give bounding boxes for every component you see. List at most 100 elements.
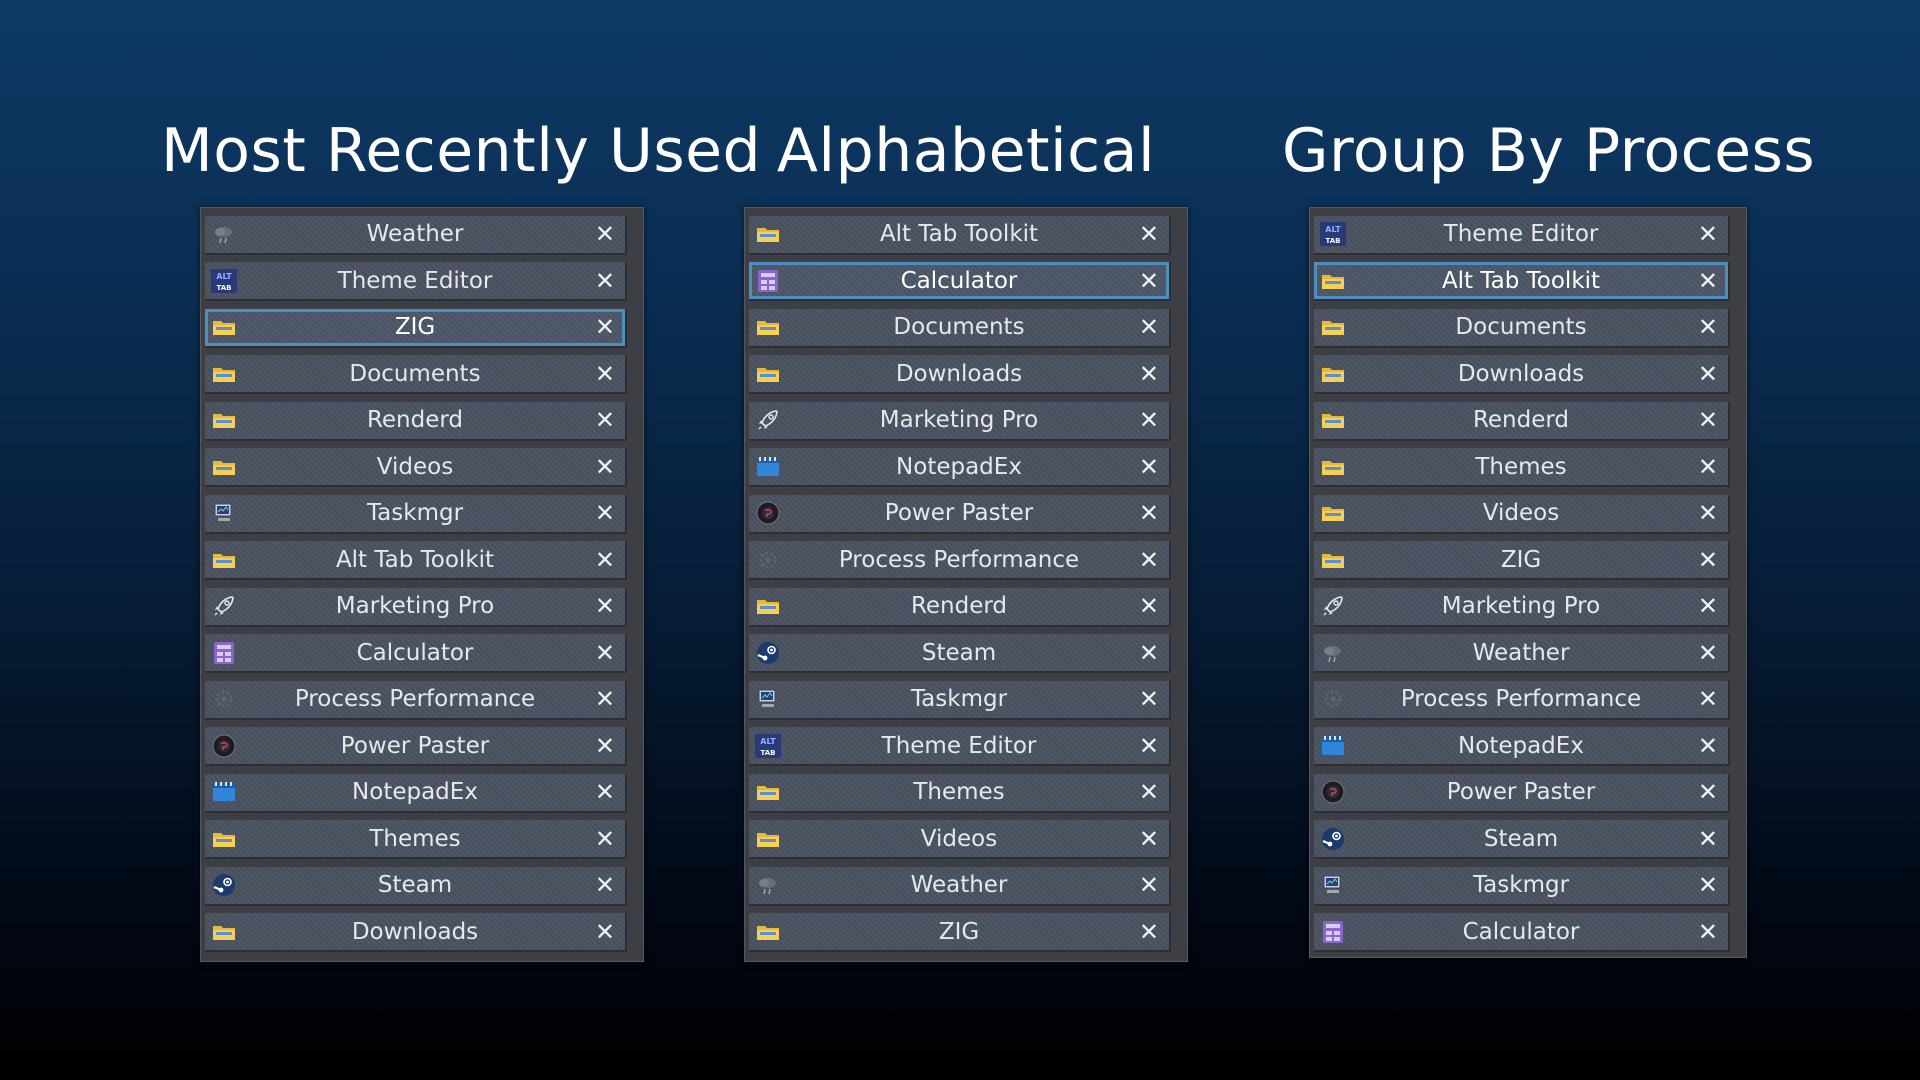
close-icon[interactable]: ✕ bbox=[1139, 501, 1159, 525]
close-icon[interactable]: ✕ bbox=[1698, 548, 1718, 572]
window-item[interactable]: Process Performance ✕ bbox=[749, 541, 1171, 580]
close-icon[interactable]: ✕ bbox=[1139, 827, 1159, 851]
close-icon[interactable]: ✕ bbox=[595, 920, 615, 944]
window-item[interactable]: Alt Tab Toolkit ✕ bbox=[205, 541, 627, 580]
window-item[interactable]: Steam ✕ bbox=[1314, 820, 1730, 859]
window-item[interactable]: Renderd ✕ bbox=[749, 587, 1171, 627]
close-icon[interactable]: ✕ bbox=[1698, 269, 1718, 293]
close-icon[interactable]: ✕ bbox=[1698, 362, 1718, 386]
window-item[interactable]: Process Performance ✕ bbox=[1314, 680, 1730, 720]
close-icon[interactable]: ✕ bbox=[595, 362, 615, 386]
window-item[interactable]: ZIG ✕ bbox=[205, 308, 627, 348]
window-item[interactable]: Steam ✕ bbox=[205, 866, 627, 906]
folder-icon bbox=[755, 314, 781, 340]
window-item[interactable]: NotepadEx ✕ bbox=[1314, 727, 1730, 766]
close-icon[interactable]: ✕ bbox=[1698, 873, 1718, 897]
close-icon[interactable]: ✕ bbox=[1139, 455, 1159, 479]
close-icon[interactable]: ✕ bbox=[1139, 269, 1159, 293]
window-item[interactable]: Downloads ✕ bbox=[205, 913, 627, 952]
close-icon[interactable]: ✕ bbox=[1698, 315, 1718, 339]
close-icon[interactable]: ✕ bbox=[1698, 594, 1718, 618]
window-item[interactable]: Videos ✕ bbox=[1314, 494, 1730, 534]
window-item[interactable]: Taskmgr ✕ bbox=[749, 680, 1171, 720]
window-item[interactable]: Themes ✕ bbox=[749, 773, 1171, 813]
close-icon[interactable]: ✕ bbox=[1698, 408, 1718, 432]
close-icon[interactable]: ✕ bbox=[1139, 920, 1159, 944]
close-icon[interactable]: ✕ bbox=[1698, 222, 1718, 246]
window-item[interactable]: Alt Tab Toolkit ✕ bbox=[749, 215, 1171, 255]
close-icon[interactable]: ✕ bbox=[595, 734, 615, 758]
close-icon[interactable]: ✕ bbox=[1139, 780, 1159, 804]
close-icon[interactable]: ✕ bbox=[595, 780, 615, 804]
window-item[interactable]: Alt Tab Toolkit ✕ bbox=[1314, 262, 1730, 301]
window-item[interactable]: Process Performance ✕ bbox=[205, 680, 627, 720]
close-icon[interactable]: ✕ bbox=[1698, 501, 1718, 525]
window-item[interactable]: Marketing Pro ✕ bbox=[1314, 587, 1730, 627]
window-item[interactable]: ALT TAB Theme Editor ✕ bbox=[749, 727, 1171, 766]
window-item[interactable]: Weather ✕ bbox=[749, 866, 1171, 906]
close-icon[interactable]: ✕ bbox=[595, 548, 615, 572]
window-item[interactable]: Weather ✕ bbox=[1314, 634, 1730, 673]
close-icon[interactable]: ✕ bbox=[595, 501, 615, 525]
window-item[interactable]: ZIG ✕ bbox=[1314, 541, 1730, 580]
window-item[interactable]: Taskmgr ✕ bbox=[205, 494, 627, 534]
close-icon[interactable]: ✕ bbox=[1698, 734, 1718, 758]
close-icon[interactable]: ✕ bbox=[1698, 780, 1718, 804]
close-icon[interactable]: ✕ bbox=[595, 315, 615, 339]
window-item[interactable]: Marketing Pro ✕ bbox=[749, 401, 1171, 441]
close-icon[interactable]: ✕ bbox=[1698, 687, 1718, 711]
svg-text:ALT: ALT bbox=[1325, 225, 1341, 234]
close-icon[interactable]: ✕ bbox=[1139, 315, 1159, 339]
close-icon[interactable]: ✕ bbox=[1139, 734, 1159, 758]
window-item[interactable]: Weather ✕ bbox=[205, 215, 627, 255]
window-item[interactable]: Power Paster ✕ bbox=[1314, 773, 1730, 813]
window-item[interactable]: Renderd ✕ bbox=[205, 401, 627, 441]
window-item[interactable]: Documents ✕ bbox=[1314, 308, 1730, 348]
close-icon[interactable]: ✕ bbox=[595, 594, 615, 618]
window-item[interactable]: Calculator ✕ bbox=[1314, 913, 1730, 952]
rocket-icon bbox=[211, 593, 237, 619]
window-item[interactable]: Videos ✕ bbox=[205, 448, 627, 487]
close-icon[interactable]: ✕ bbox=[1698, 641, 1718, 665]
close-icon[interactable]: ✕ bbox=[595, 687, 615, 711]
window-item[interactable]: Power Paster ✕ bbox=[205, 727, 627, 766]
window-item[interactable]: NotepadEx ✕ bbox=[749, 448, 1171, 487]
close-icon[interactable]: ✕ bbox=[1139, 641, 1159, 665]
window-item[interactable]: Steam ✕ bbox=[749, 634, 1171, 673]
close-icon[interactable]: ✕ bbox=[595, 408, 615, 432]
close-icon[interactable]: ✕ bbox=[1139, 687, 1159, 711]
window-item[interactable]: Documents ✕ bbox=[749, 308, 1171, 348]
window-item[interactable]: NotepadEx ✕ bbox=[205, 773, 627, 813]
close-icon[interactable]: ✕ bbox=[1139, 362, 1159, 386]
close-icon[interactable]: ✕ bbox=[595, 641, 615, 665]
close-icon[interactable]: ✕ bbox=[595, 269, 615, 293]
window-item[interactable]: Taskmgr ✕ bbox=[1314, 866, 1730, 906]
window-item[interactable]: ZIG ✕ bbox=[749, 913, 1171, 952]
window-item[interactable]: Marketing Pro ✕ bbox=[205, 587, 627, 627]
window-item-label: Alt Tab Toolkit bbox=[1441, 267, 1601, 294]
window-item[interactable]: Themes ✕ bbox=[205, 820, 627, 859]
close-icon[interactable]: ✕ bbox=[1698, 455, 1718, 479]
close-icon[interactable]: ✕ bbox=[595, 455, 615, 479]
close-icon[interactable]: ✕ bbox=[1698, 920, 1718, 944]
window-item[interactable]: Videos ✕ bbox=[749, 820, 1171, 859]
window-item[interactable]: ALT TAB Theme Editor ✕ bbox=[1314, 215, 1730, 255]
window-item[interactable]: Calculator ✕ bbox=[205, 634, 627, 673]
close-icon[interactable]: ✕ bbox=[1139, 873, 1159, 897]
close-icon[interactable]: ✕ bbox=[1139, 222, 1159, 246]
close-icon[interactable]: ✕ bbox=[595, 827, 615, 851]
close-icon[interactable]: ✕ bbox=[595, 873, 615, 897]
window-item[interactable]: Themes ✕ bbox=[1314, 448, 1730, 487]
close-icon[interactable]: ✕ bbox=[595, 222, 615, 246]
window-item[interactable]: ALT TAB Theme Editor ✕ bbox=[205, 262, 627, 301]
window-item[interactable]: Renderd ✕ bbox=[1314, 401, 1730, 441]
close-icon[interactable]: ✕ bbox=[1139, 594, 1159, 618]
window-item[interactable]: Downloads ✕ bbox=[749, 355, 1171, 394]
close-icon[interactable]: ✕ bbox=[1139, 548, 1159, 572]
close-icon[interactable]: ✕ bbox=[1698, 827, 1718, 851]
window-item[interactable]: Documents ✕ bbox=[205, 355, 627, 394]
window-item[interactable]: Power Paster ✕ bbox=[749, 494, 1171, 534]
window-item[interactable]: Calculator ✕ bbox=[749, 262, 1171, 301]
close-icon[interactable]: ✕ bbox=[1139, 408, 1159, 432]
window-item[interactable]: Downloads ✕ bbox=[1314, 355, 1730, 394]
